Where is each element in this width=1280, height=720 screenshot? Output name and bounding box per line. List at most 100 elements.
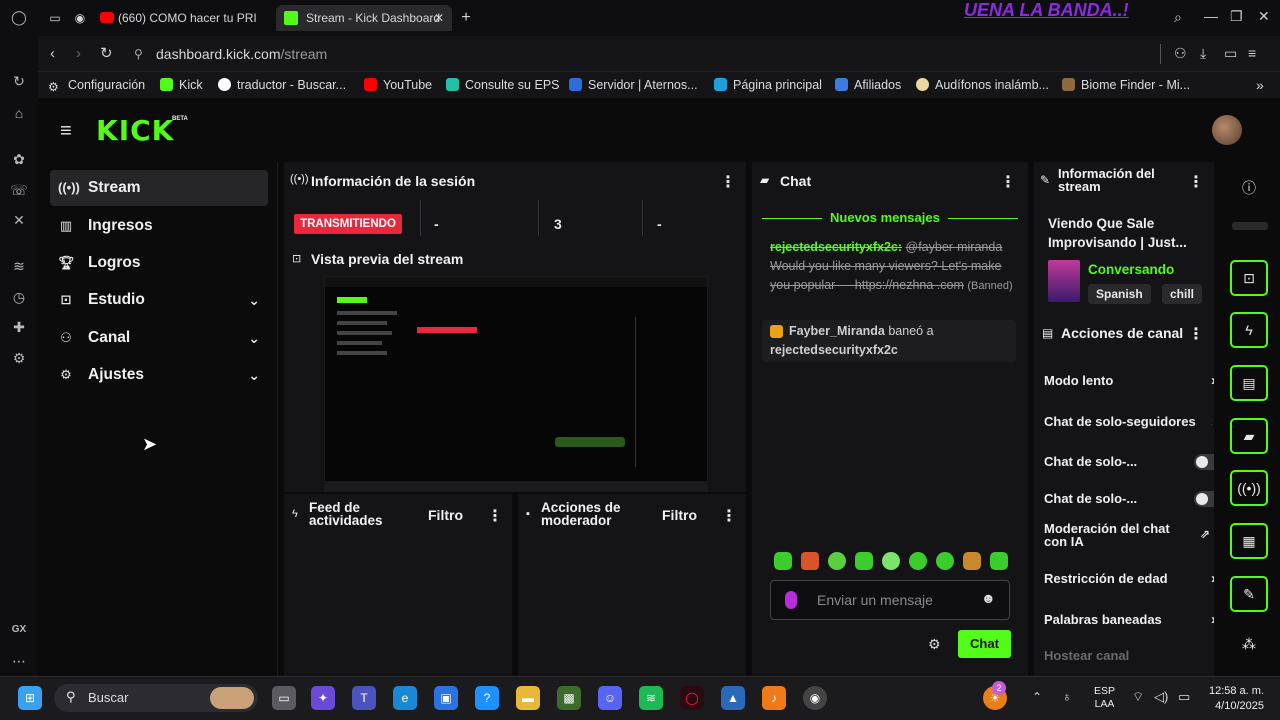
bookmark-traductor[interactable]: traductor - Buscar...	[218, 77, 346, 93]
wifi-icon[interactable]: ⌔	[1132, 689, 1144, 705]
help-icon[interactable]: ?	[475, 686, 499, 710]
speed-dial-icon[interactable]: ↻	[10, 72, 28, 90]
file-explorer-icon[interactable]: ▬	[516, 686, 540, 710]
action-ai-moderation[interactable]: Moderación del chat con IA ⇗	[1044, 522, 1210, 552]
forward-icon[interactable]: ›	[76, 45, 81, 62]
tab-kick-dashboard[interactable]: Stream - Kick Dashboard ✕	[276, 5, 452, 31]
spotify-icon[interactable]: ≋	[639, 686, 663, 710]
nav-ajustes[interactable]: ⚙ Ajustes ⌄	[50, 357, 268, 393]
toggle-switch[interactable]	[1194, 491, 1214, 507]
chat-username[interactable]: rejectedsecurityxfx2c:	[770, 240, 902, 254]
stream-info-options-icon[interactable]: ⋮	[1188, 172, 1204, 192]
emote-icon[interactable]	[855, 552, 873, 570]
hamburger-menu-icon[interactable]: ≡	[60, 120, 72, 143]
feed-options-icon[interactable]: ⋮	[487, 506, 503, 526]
emote-icon[interactable]	[828, 552, 846, 570]
nav-logros[interactable]: 🏆︎ Logros	[50, 245, 268, 281]
chat-input[interactable]: Enviar un mensaje ☻	[770, 580, 1010, 620]
gx-control-icon[interactable]: ⌂	[10, 104, 28, 122]
battery-icon[interactable]: ▭	[1178, 689, 1190, 705]
search-tabs-icon[interactable]: ⌕	[1174, 9, 1182, 26]
emote-icon[interactable]	[801, 552, 819, 570]
bookmark-biome-finder[interactable]: Biome Finder - Mi...	[1062, 77, 1190, 93]
emote-icon[interactable]	[990, 552, 1008, 570]
edge-icon[interactable]: e	[393, 686, 417, 710]
chatgpt-icon[interactable]: ✿	[10, 150, 28, 168]
quick-notes-button[interactable]: ▤	[1230, 365, 1268, 401]
category-name[interactable]: Conversando	[1088, 262, 1174, 277]
info-icon[interactable]: ⓘ	[1242, 178, 1256, 198]
snapshot-icon[interactable]: ▭	[1224, 45, 1237, 62]
feed-filter-button[interactable]: Filtro	[428, 507, 463, 523]
globe-icon[interactable]: ◉	[70, 5, 90, 31]
taskbar-search[interactable]: ⚲ Buscar	[54, 684, 258, 712]
community-icon[interactable]: ⁂	[1242, 636, 1256, 653]
mod-filter-button[interactable]: Filtro	[662, 507, 697, 523]
category-thumbnail[interactable]	[1048, 260, 1080, 302]
microphone-tray-icon[interactable]: ♁	[1062, 689, 1072, 704]
bookmark-aternos[interactable]: Servidor | Aternos...	[569, 77, 698, 93]
action-followers-only[interactable]: Chat de solo-seguidores›	[1044, 411, 1212, 433]
emote-icon[interactable]	[936, 552, 954, 570]
x-icon[interactable]: ✕	[10, 211, 28, 229]
more-icon[interactable]: ⋯	[10, 652, 28, 670]
menu-icon[interactable]: ≡	[1248, 45, 1256, 61]
store-icon[interactable]: ▣	[434, 686, 458, 710]
tray-chevron-icon[interactable]: ⌃	[1032, 690, 1042, 704]
bookmark-eps[interactable]: Consulte su EPS	[446, 77, 560, 93]
emote-icon[interactable]	[909, 552, 927, 570]
toggle-switch[interactable]	[1194, 454, 1214, 470]
bookmark-youtube[interactable]: YouTube	[364, 77, 432, 93]
minecraft-icon[interactable]: ▩	[557, 686, 581, 710]
session-options-icon[interactable]: ⋮	[720, 172, 736, 192]
close-tab-icon[interactable]: ✕	[434, 5, 444, 31]
quick-layout-button[interactable]: ▦	[1230, 523, 1268, 559]
download-icon[interactable]: ⤓	[1200, 45, 1206, 62]
tag-spanish[interactable]: Spanish	[1088, 284, 1151, 304]
tag-chill[interactable]: chill	[1162, 284, 1203, 304]
emote-icon[interactable]	[774, 552, 792, 570]
windows-start-icon[interactable]: ⊞	[18, 686, 42, 710]
avatar[interactable]	[1212, 115, 1242, 145]
action-slow-mode[interactable]: Modo lento›	[1044, 370, 1214, 392]
bookmark-configuracion[interactable]: ⚙ Configuración	[48, 77, 145, 94]
whatsapp-icon[interactable]: ☏	[10, 181, 28, 199]
chat-username[interactable]: Fayber_Miranda	[789, 324, 885, 338]
photos-icon[interactable]: ▲	[721, 686, 745, 710]
url-field[interactable]: ⚲ dashboard.kick.com/stream	[128, 42, 1138, 66]
language-indicator[interactable]: ESP LAA	[1094, 685, 1115, 711]
history-icon[interactable]: ◷	[10, 288, 28, 306]
more-bookmarks-icon[interactable]: »	[1256, 77, 1264, 93]
fl-studio-icon[interactable]: ♪	[762, 686, 786, 710]
emote-icon[interactable]	[882, 552, 900, 570]
reload-icon[interactable]: ↻	[100, 44, 113, 62]
action-chat-only-2[interactable]: Chat de solo-...	[1044, 488, 1214, 510]
restore-icon[interactable]: ❐	[1230, 8, 1243, 25]
volume-icon[interactable]: ◁)	[1154, 689, 1168, 705]
chat-settings-icon[interactable]: ⚙	[928, 636, 941, 653]
quick-studio-button[interactable]: ⊡	[1230, 260, 1268, 296]
tab-youtube[interactable]: (660) COMO hacer tu PRI	[96, 5, 266, 31]
stream-preview-video[interactable]	[324, 276, 708, 492]
bookmark-afiliados[interactable]: Afiliados	[835, 77, 901, 93]
quick-raid-button[interactable]: ϟ	[1230, 312, 1268, 348]
close-window-icon[interactable]: ✕	[1258, 8, 1270, 25]
opera-gx-icon[interactable]: ◯	[680, 686, 704, 710]
settings-icon[interactable]: ⚙	[10, 349, 28, 367]
task-view-icon[interactable]: ▭	[272, 686, 296, 710]
quick-chat-button[interactable]: ▰	[1230, 418, 1268, 454]
discord-icon[interactable]: ☺	[598, 686, 622, 710]
copilot-icon[interactable]: ✦	[311, 686, 335, 710]
chat-options-icon[interactable]: ⋮	[1000, 172, 1016, 192]
emoji-icon[interactable]: ☻	[981, 590, 996, 606]
nav-stream[interactable]: ((•)) Stream	[50, 170, 268, 206]
action-host-channel[interactable]: Hostear canal	[1044, 645, 1212, 667]
opera-logo-icon[interactable]: ◯	[10, 8, 28, 26]
action-banned-words[interactable]: Palabras baneadas›	[1044, 609, 1214, 631]
profile-icon[interactable]: ⚇	[1174, 45, 1187, 62]
quick-tools-button[interactable]: ✎	[1230, 576, 1268, 612]
mod-options-icon[interactable]: ⋮	[721, 506, 737, 526]
nav-ingresos[interactable]: ▥ Ingresos	[50, 208, 268, 244]
channel-actions-options-icon[interactable]: ⋮	[1188, 324, 1204, 344]
clock[interactable]: 12:58 a. m. 4/10/2025	[1202, 684, 1264, 714]
